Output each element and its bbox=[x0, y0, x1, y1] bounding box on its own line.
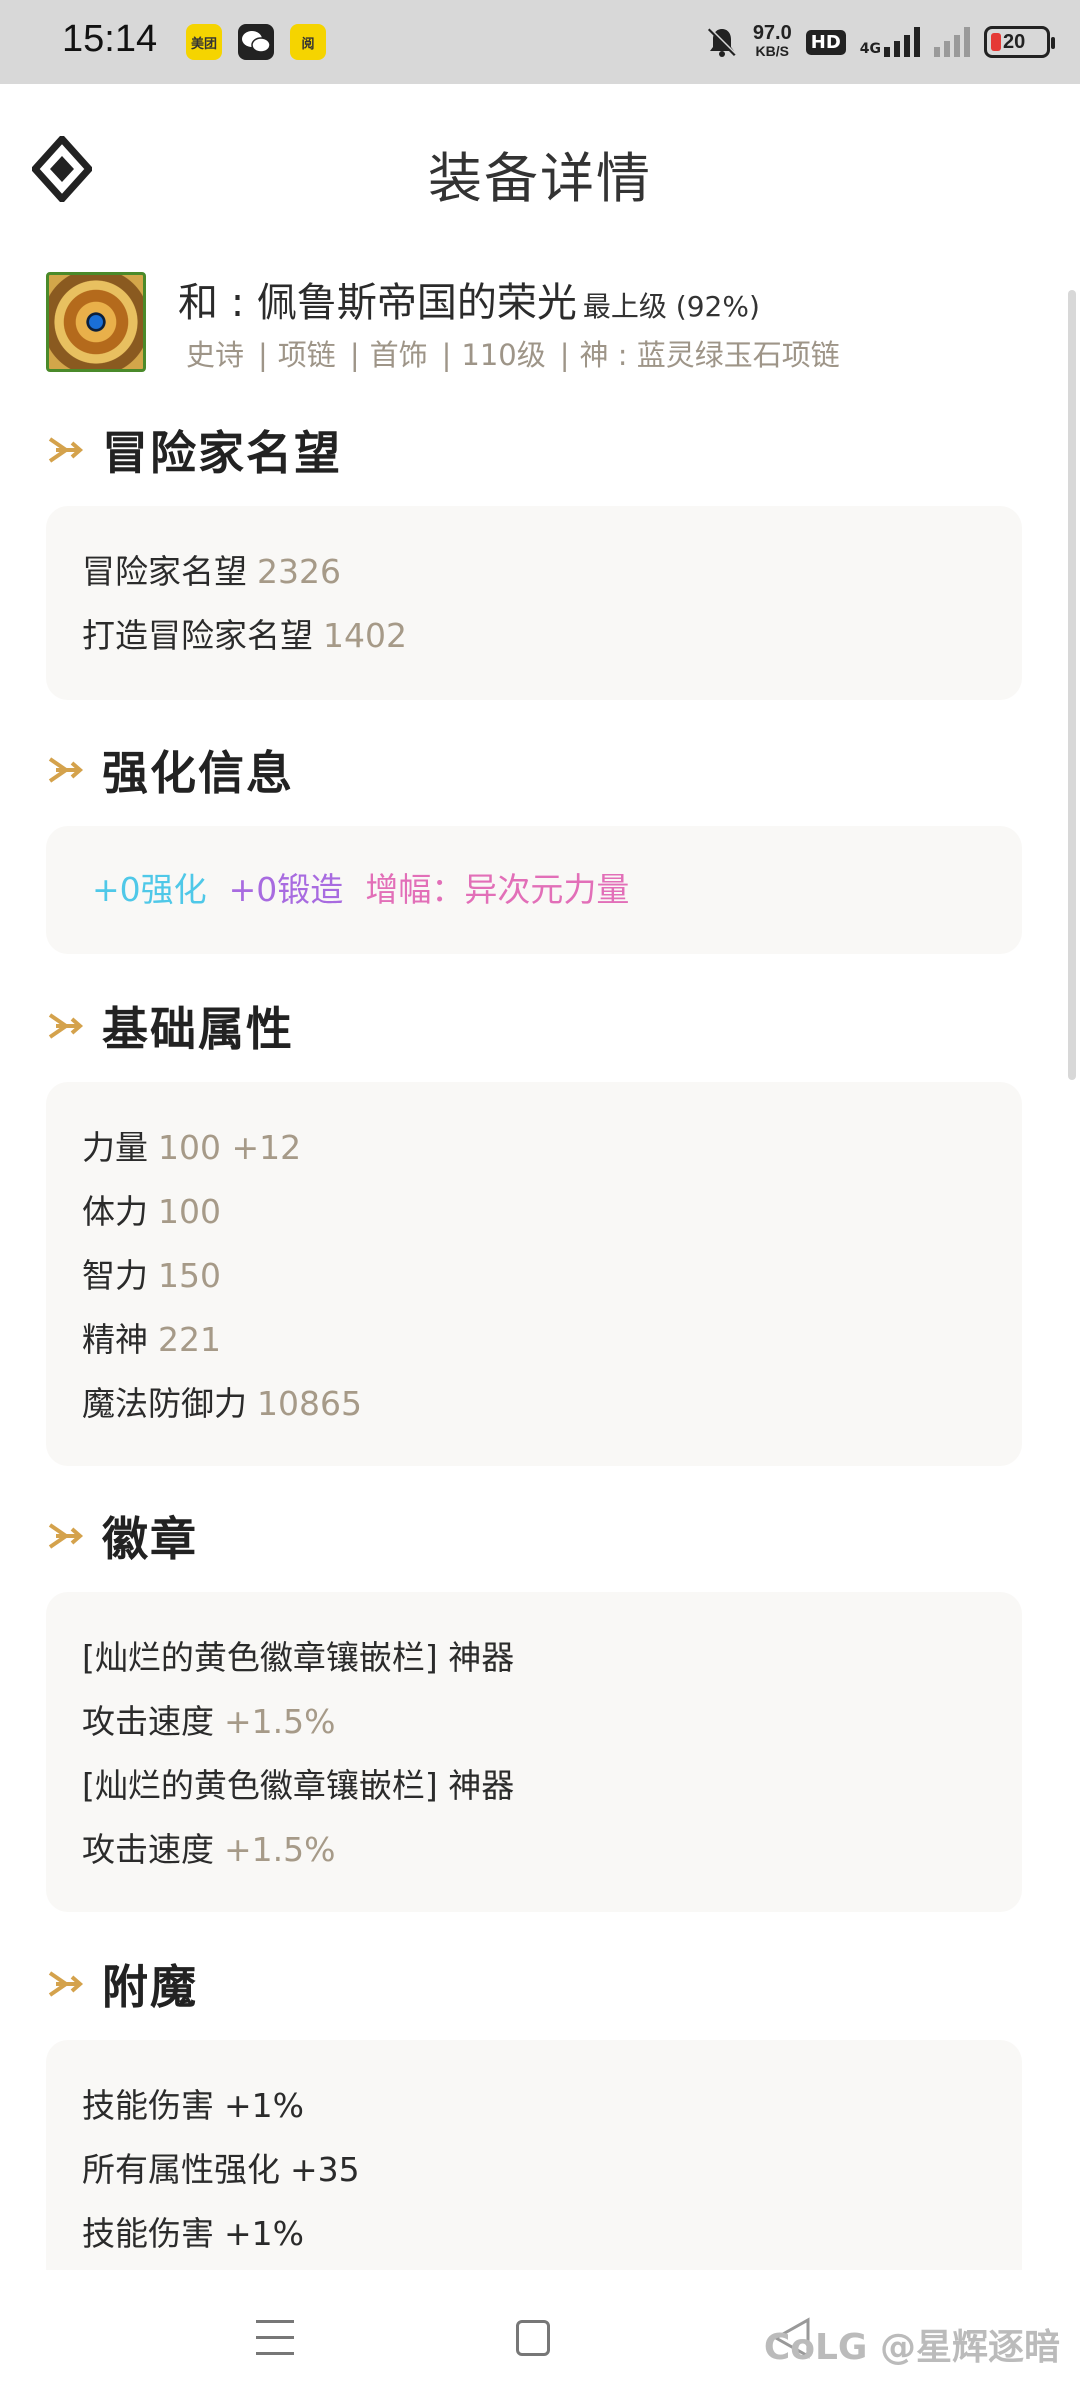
meituan-app-icon: 美团 bbox=[186, 24, 222, 60]
section-arrow-icon bbox=[48, 757, 84, 783]
emblem-slot-row: [灿烂的黄色徽章镶嵌栏] 神器 bbox=[82, 1638, 515, 1677]
attr-row: 智力 150 bbox=[82, 1256, 221, 1295]
signal-bars-icon bbox=[884, 27, 920, 57]
attr-row: 体力 100 bbox=[82, 1192, 221, 1231]
enchant-card: 技能伤害 +1% 所有属性强化 +35 技能伤害 +1% bbox=[46, 2040, 1022, 2300]
hd-badge: HD bbox=[805, 29, 846, 55]
status-bar: 15:14 美团 阅 97.0 KB/S HD 4G 20 bbox=[0, 0, 1080, 84]
recent-apps-button[interactable] bbox=[256, 2320, 294, 2356]
status-indicators: 97.0 KB/S HD 4G 20 bbox=[705, 18, 1055, 66]
item-name: 和 : 佩鲁斯帝国的荣光 最上级 (92%) bbox=[178, 270, 760, 328]
section-title-enchant: 附魔 bbox=[46, 1954, 198, 2014]
section-arrow-icon bbox=[48, 1013, 84, 1039]
section-title-fame: 冒险家名望 bbox=[46, 420, 342, 480]
enhance-card: +0强化 +0锻造 增幅：异次元力量 bbox=[46, 826, 1022, 954]
emblem-card: [灿烂的黄色徽章镶嵌栏] 神器 攻击速度 +1.5% [灿烂的黄色徽章镶嵌栏] 神… bbox=[46, 1592, 1022, 1912]
item-name-text: 和 : 佩鲁斯帝国的荣光 bbox=[178, 280, 577, 326]
emblem-stat-row: 攻击速度 +1.5% bbox=[82, 1830, 336, 1869]
tag-level: 110级 bbox=[461, 338, 546, 372]
reader-app-icon: 阅 bbox=[290, 24, 326, 60]
item-grade: 最上级 (92%) bbox=[582, 290, 760, 323]
signal-4g: 4G bbox=[860, 27, 920, 57]
home-button[interactable] bbox=[516, 2320, 550, 2356]
emblem-stat-row: 攻击速度 +1.5% bbox=[82, 1702, 336, 1741]
mute-bell-icon bbox=[707, 27, 737, 57]
tag-rarity: 史诗 bbox=[186, 338, 245, 372]
reinforce-level: +0强化 bbox=[92, 870, 207, 909]
app-header: 装备详情 bbox=[0, 84, 1080, 254]
attr-row: 魔法防御力 10865 bbox=[82, 1384, 362, 1423]
section-arrow-icon bbox=[48, 1971, 84, 1997]
signal-bars-secondary-icon bbox=[934, 27, 970, 57]
enhance-row: +0强化 +0锻造 增幅：异次元力量 bbox=[92, 858, 986, 922]
emblem-slot-row: [灿烂的黄色徽章镶嵌栏] 神器 bbox=[82, 1766, 515, 1805]
item-tags: 史诗 | 项链 | 首饰 | 110级 | 神 : 蓝灵绿玉石项链 bbox=[186, 338, 840, 372]
tag-origin: 神 : 蓝灵绿玉石项链 bbox=[579, 338, 840, 372]
section-title-base: 基础属性 bbox=[46, 996, 294, 1056]
section-arrow-icon bbox=[48, 437, 84, 463]
section-title-enhance: 强化信息 bbox=[46, 740, 294, 800]
attr-row: 精神 221 bbox=[82, 1320, 221, 1359]
enchant-row: 技能伤害 +1% bbox=[82, 2086, 305, 2125]
status-time: 15:14 bbox=[62, 18, 158, 60]
forged-fame-row: 打造冒险家名望 1402 bbox=[82, 616, 407, 655]
enchant-row: 技能伤害 +1% bbox=[82, 2214, 305, 2253]
fame-row: 冒险家名望 2326 bbox=[82, 552, 341, 591]
page-title: 装备详情 bbox=[428, 147, 652, 210]
equipment-icon bbox=[46, 272, 146, 372]
section-arrow-icon bbox=[48, 1523, 84, 1549]
fame-card: 冒险家名望 2326 打造冒险家名望 1402 bbox=[46, 506, 1022, 700]
amplify-info: 增幅：异次元力量 bbox=[365, 870, 630, 909]
base-attr-card: 力量 100 +12 体力 100 智力 150 精神 221 魔法防御力 10865 bbox=[46, 1082, 1022, 1466]
enchant-row: 所有属性强化 +35 bbox=[82, 2150, 360, 2189]
tag-slot: 项链 bbox=[277, 338, 336, 372]
section-title-emblem: 徽章 bbox=[46, 1506, 198, 1566]
tag-type: 首饰 bbox=[369, 338, 428, 372]
watermark: CoLG @星辉逐暗 bbox=[763, 2327, 1060, 2368]
system-nav-bar: CoLG @星辉逐暗 bbox=[0, 2270, 1080, 2400]
attr-row: 力量 100 +12 bbox=[82, 1128, 302, 1167]
scrollbar[interactable] bbox=[1068, 290, 1076, 1080]
forge-level: +0锻造 bbox=[228, 870, 344, 909]
item-header: 和 : 佩鲁斯帝国的荣光 最上级 (92%) 史诗 | 项链 | 首饰 | 110级 | 神 : … bbox=[46, 270, 1046, 374]
net-speed: 97.0 KB/S bbox=[752, 22, 792, 59]
wechat-app-icon bbox=[238, 24, 274, 60]
battery-icon: 20 bbox=[984, 26, 1055, 58]
